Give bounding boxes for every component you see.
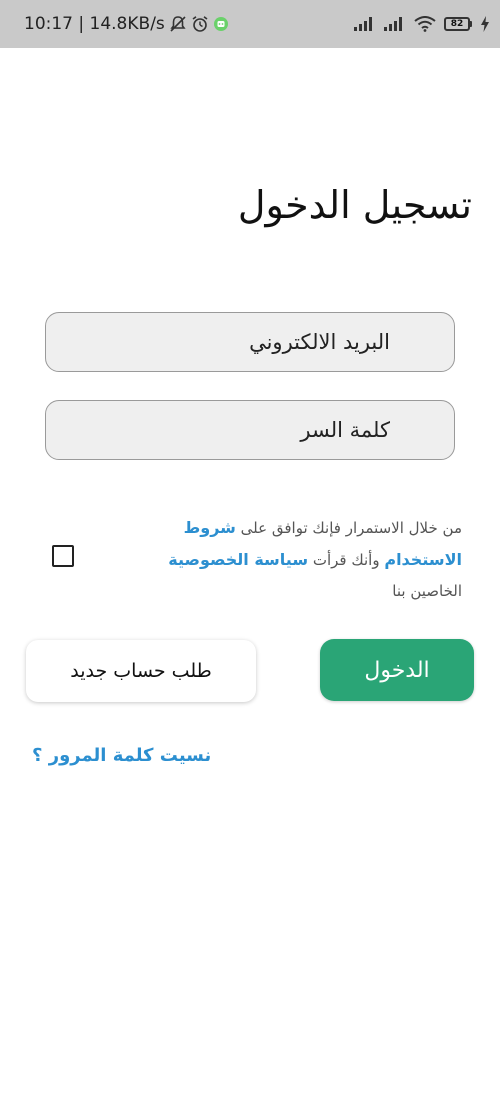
- app-notification-icon: [213, 16, 229, 32]
- charging-icon: [480, 16, 490, 32]
- terms-prefix: من خلال الاستمرار فإنك توافق على: [240, 519, 462, 537]
- password-field[interactable]: [45, 400, 455, 460]
- wifi-icon: [414, 16, 436, 32]
- terms-suffix: الخاصين بنا: [392, 582, 462, 600]
- terms-middle: وأنك قرأت: [312, 551, 380, 569]
- signal-icon: [354, 17, 376, 31]
- signal-icon: [384, 17, 406, 31]
- status-right: 82: [354, 0, 490, 48]
- email-field[interactable]: [45, 312, 455, 372]
- status-time-speed: 10:17 | 14.8KB/s: [24, 14, 165, 34]
- privacy-policy-link[interactable]: سياسة الخصوصية: [168, 550, 308, 569]
- forgot-password-link[interactable]: نسيت كلمة المرور ؟: [32, 745, 211, 766]
- terms-text: من خلال الاستمرار فإنك توافق على شروط ال…: [142, 512, 462, 607]
- status-bar: 10:17 | 14.8KB/s 82: [0, 0, 500, 48]
- battery-icon: 82: [444, 17, 472, 31]
- login-button[interactable]: الدخول: [320, 639, 474, 701]
- alarm-icon: [191, 15, 209, 33]
- register-button[interactable]: طلب حساب جديد: [26, 640, 256, 702]
- battery-body: 82: [444, 17, 470, 31]
- mute-icon: [169, 15, 187, 33]
- terms-checkbox[interactable]: [52, 545, 74, 567]
- page-title: تسجيل الدخول: [237, 183, 472, 227]
- status-left: 10:17 | 14.8KB/s: [24, 0, 229, 48]
- battery-level: 82: [450, 19, 464, 29]
- battery-tip: [470, 21, 472, 27]
